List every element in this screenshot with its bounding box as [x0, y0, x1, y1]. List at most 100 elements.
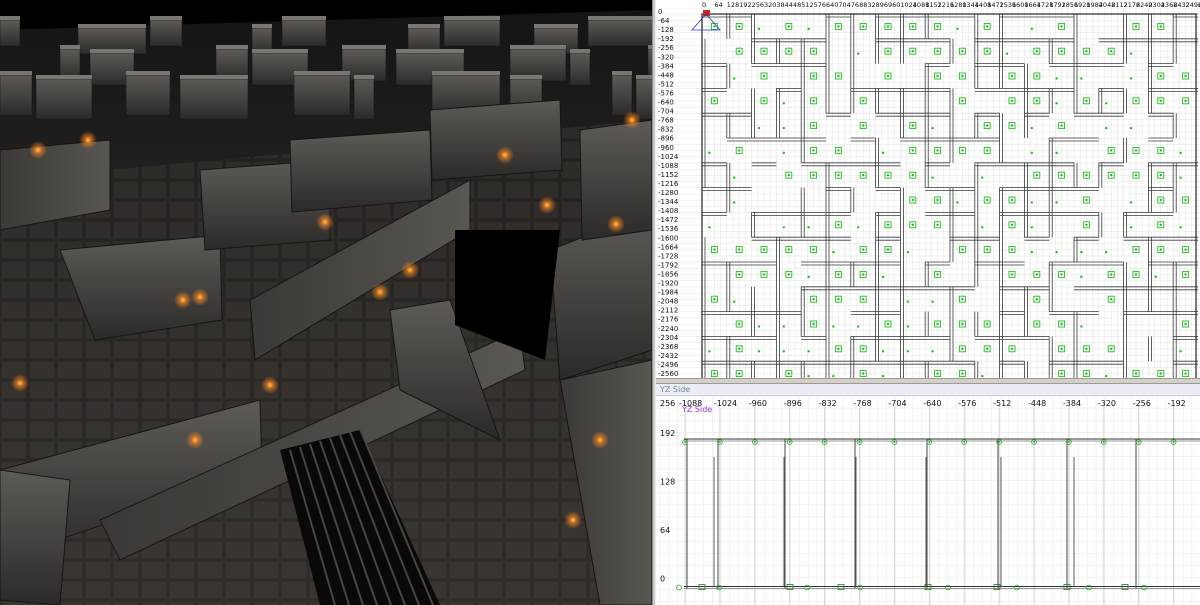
- entity-point[interactable]: [1055, 102, 1058, 105]
- entity-point[interactable]: [881, 151, 885, 155]
- entity-point[interactable]: [807, 374, 810, 378]
- entity-point[interactable]: [1129, 77, 1133, 80]
- entity-point[interactable]: [1080, 325, 1083, 328]
- entity-point[interactable]: [931, 176, 934, 179]
- light-entity-dot: [961, 74, 964, 78]
- top-view-viewport[interactable]: 0 64 128 192 256 320 384 448 512 576 640 704 768 832 8…: [656, 0, 1200, 378]
- entity-point[interactable]: [1105, 250, 1108, 254]
- entity-point[interactable]: [1179, 176, 1182, 179]
- entity-point[interactable]: [1005, 52, 1009, 55]
- camera-icon[interactable]: [691, 10, 721, 31]
- entity-point[interactable]: [981, 226, 984, 229]
- entity-point[interactable]: [1129, 126, 1133, 130]
- entity-point[interactable]: [1014, 584, 1020, 591]
- entity-point[interactable]: [881, 350, 885, 353]
- entity-point[interactable]: [881, 374, 885, 378]
- entity-point[interactable]: [782, 350, 786, 353]
- entity-point[interactable]: [1055, 201, 1058, 204]
- entity-point[interactable]: [906, 325, 910, 328]
- entity-point[interactable]: [956, 201, 959, 204]
- entity-point[interactable]: [857, 52, 860, 55]
- light-entity-dot: [936, 149, 939, 152]
- entity-point[interactable]: [881, 275, 885, 279]
- entity-point[interactable]: [716, 584, 722, 591]
- entity-point[interactable]: [708, 350, 711, 353]
- y-ruler-label: -192: [658, 35, 674, 43]
- entity-point[interactable]: [906, 300, 910, 303]
- entity-point[interactable]: [757, 27, 761, 31]
- entity-point[interactable]: [1055, 151, 1058, 155]
- entity-point[interactable]: [807, 350, 810, 353]
- entity-point[interactable]: [1141, 584, 1147, 591]
- entity-point[interactable]: [931, 126, 934, 130]
- entity-point[interactable]: [857, 325, 860, 328]
- entity-point[interactable]: [733, 300, 736, 303]
- entity-point[interactable]: [1080, 250, 1083, 254]
- entity-point[interactable]: [807, 27, 810, 31]
- y-ruler-label: -960: [658, 144, 674, 152]
- entity-point[interactable]: [757, 325, 761, 328]
- entity-point[interactable]: [1030, 151, 1034, 155]
- entity-point[interactable]: [1080, 77, 1083, 80]
- entity-point[interactable]: [906, 350, 910, 353]
- entity-point[interactable]: [1030, 250, 1034, 254]
- entity-point[interactable]: [782, 102, 786, 105]
- light-entity-dot: [936, 50, 939, 53]
- yz-side-viewport[interactable]: YZ Side 256 YZ Side -1088 -1024 -960 -896 -832…: [656, 384, 1200, 605]
- entity-point[interactable]: [782, 126, 786, 130]
- light-entity-dot: [1060, 273, 1063, 276]
- entity-point[interactable]: [1179, 226, 1182, 229]
- entity-point[interactable]: [782, 151, 786, 155]
- entity-point[interactable]: [832, 325, 835, 328]
- entity-point[interactable]: [1105, 126, 1108, 130]
- entity-point[interactable]: [1179, 350, 1182, 353]
- entity-point[interactable]: [1129, 201, 1133, 204]
- entity-point[interactable]: [757, 126, 761, 130]
- entity-point[interactable]: [1129, 226, 1133, 229]
- entity-point[interactable]: [1179, 151, 1182, 155]
- entity-point[interactable]: [981, 176, 984, 179]
- entity-point[interactable]: [1030, 126, 1034, 130]
- top-view-grid: 0 64 128 192 256 320 384 448 512 576 640 704 768 832 8…: [656, 0, 1200, 378]
- entity-point[interactable]: [733, 77, 736, 80]
- entity-point[interactable]: [857, 584, 863, 591]
- entity-point[interactable]: [1055, 77, 1058, 80]
- entity-point[interactable]: [832, 250, 835, 254]
- entity-point[interactable]: [807, 275, 810, 279]
- entity-point[interactable]: [956, 27, 959, 31]
- entity-point[interactable]: [857, 226, 860, 229]
- 3d-camera-viewport[interactable]: [0, 0, 652, 605]
- entity-point[interactable]: [733, 176, 736, 179]
- entity-point[interactable]: [1030, 226, 1034, 229]
- light-entity-dot: [1035, 74, 1038, 78]
- entity-point[interactable]: [1105, 374, 1108, 378]
- light-entity-dot: [1010, 248, 1014, 251]
- entity-point[interactable]: [1030, 201, 1034, 204]
- entity-point[interactable]: [981, 374, 984, 378]
- light-entity-dot: [986, 347, 989, 350]
- entity-point[interactable]: [1105, 102, 1108, 105]
- entity-point[interactable]: [931, 350, 934, 353]
- entity-point[interactable]: [906, 250, 910, 254]
- maze-wall-top: [342, 45, 386, 49]
- entity-point[interactable]: [807, 226, 810, 229]
- light-entity-dot: [788, 441, 791, 443]
- y-ruler-label: -2240: [658, 325, 678, 333]
- entity-point[interactable]: [1080, 275, 1083, 279]
- entity-point[interactable]: [1129, 52, 1133, 55]
- y-ruler-label: -2432: [658, 352, 678, 360]
- entity-point[interactable]: [832, 374, 835, 378]
- entity-point[interactable]: [708, 226, 711, 229]
- entity-point[interactable]: [1154, 275, 1158, 279]
- entity-point[interactable]: [708, 151, 711, 155]
- entity-point[interactable]: [757, 350, 761, 353]
- entity-point[interactable]: [782, 325, 786, 328]
- entity-point[interactable]: [733, 201, 736, 204]
- entity-point[interactable]: [1055, 250, 1058, 254]
- entity-point[interactable]: [1030, 27, 1034, 31]
- maze-wall: [429, 99, 563, 181]
- entity-point[interactable]: [931, 300, 934, 303]
- x-ruler-label: -256: [1133, 399, 1151, 408]
- entity-point[interactable]: [804, 584, 810, 591]
- entity-point[interactable]: [782, 226, 786, 229]
